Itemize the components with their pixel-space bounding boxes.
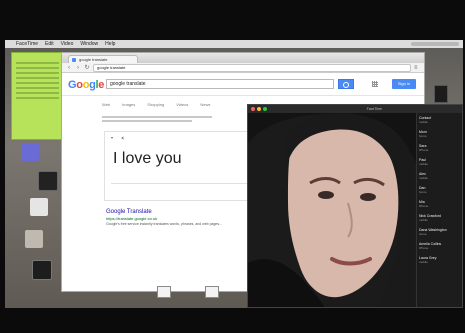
desktop-file-icon[interactable] xyxy=(157,286,171,298)
contact-detail: home xyxy=(419,190,427,194)
search-input[interactable]: google translate xyxy=(106,79,334,89)
sticky-text-line xyxy=(16,67,59,69)
sticky-text-line xyxy=(16,62,59,64)
tab-images[interactable]: Images xyxy=(122,102,135,108)
tab-videos[interactable]: Videos xyxy=(176,102,188,108)
back-icon[interactable]: ‹ xyxy=(66,65,72,71)
browser-toolbar: ‹ › ↻ google translate ≡ xyxy=(62,63,424,73)
desktop-icon[interactable] xyxy=(21,143,39,161)
list-item[interactable]: Dan home xyxy=(419,186,462,194)
contact-detail: mobile xyxy=(419,260,428,264)
list-item[interactable]: Sara iPhone xyxy=(419,144,462,152)
facetime-window: FaceTime Contact mobile Mom home Sara iP… xyxy=(247,104,463,308)
contact-detail: mobile xyxy=(419,120,428,124)
google-logo[interactable]: Google xyxy=(68,79,104,91)
tab-title: google translate xyxy=(79,57,108,62)
menubar-item-edit[interactable]: Edit xyxy=(45,41,54,47)
source-language-dropdown[interactable]: ▾ xyxy=(111,135,113,140)
video-feed-image xyxy=(248,113,416,307)
contacts-list: Contact mobile Mom home Sara iPhone Paul… xyxy=(416,113,462,307)
apps-grid-icon[interactable] xyxy=(372,81,378,87)
result-stats-line xyxy=(102,116,212,118)
search-button[interactable] xyxy=(338,79,354,89)
menubar-item-help[interactable]: Help xyxy=(105,41,115,47)
desktop-icon[interactable] xyxy=(38,171,58,191)
contact-detail: home xyxy=(419,134,427,138)
tab-shopping[interactable]: Shopping xyxy=(147,102,164,108)
list-item[interactable]: Mia iPhone xyxy=(419,200,462,208)
desktop-icon[interactable] xyxy=(434,85,448,103)
list-item[interactable]: Nick Crawford mobile xyxy=(419,214,462,222)
contact-detail: mobile xyxy=(419,162,428,166)
sticky-text-line xyxy=(16,92,59,94)
video-feed xyxy=(248,113,416,307)
sticky-text-line xyxy=(16,72,59,74)
desktop-icon[interactable] xyxy=(32,260,52,280)
reload-icon[interactable]: ↻ xyxy=(84,65,90,71)
close-icon[interactable] xyxy=(251,107,255,111)
menubar-item-video[interactable]: Video xyxy=(61,41,74,47)
list-item[interactable]: Mom home xyxy=(419,130,462,138)
list-item[interactable]: Dana Washington home xyxy=(419,228,462,236)
video-frame: FaceTime Edit Video Window Help google t… xyxy=(0,0,465,333)
tab-news[interactable]: News xyxy=(200,102,210,108)
list-item[interactable]: Laura Grey mobile xyxy=(419,256,462,264)
browser-tab[interactable]: google translate xyxy=(68,55,138,63)
menubar: FaceTime Edit Video Window Help xyxy=(5,40,463,48)
list-item[interactable]: Paul mobile xyxy=(419,158,462,166)
sticky-text-line xyxy=(16,97,59,99)
browser-tabbar: google translate xyxy=(62,53,424,63)
signin-button[interactable]: Sign in xyxy=(392,79,416,89)
list-item[interactable]: Contact mobile xyxy=(419,116,462,124)
forward-icon[interactable]: › xyxy=(75,65,81,71)
sticky-text-line xyxy=(16,82,59,84)
minimize-icon[interactable] xyxy=(257,107,261,111)
desktop-screen: FaceTime Edit Video Window Help google t… xyxy=(5,40,463,308)
sticky-note[interactable] xyxy=(11,52,64,140)
favicon-icon xyxy=(72,57,76,62)
contact-detail: iPhone xyxy=(419,204,429,208)
desktop-icon[interactable] xyxy=(30,198,48,216)
google-header: Google google translate Sign in xyxy=(62,73,424,96)
tab-web[interactable]: Web xyxy=(102,102,110,108)
desktop-icon[interactable] xyxy=(25,230,43,248)
facetime-titlebar: FaceTime xyxy=(248,105,462,113)
result-stats-line xyxy=(102,120,192,122)
speaker-icon[interactable]: ◂) xyxy=(121,135,124,140)
search-icon xyxy=(343,82,349,88)
menubar-app-name[interactable]: FaceTime xyxy=(16,41,38,47)
address-bar[interactable]: google translate xyxy=(93,63,411,72)
contact-detail: iPhone xyxy=(419,246,429,250)
list-item[interactable]: Alex mobile xyxy=(419,172,462,180)
contact-detail: iPhone xyxy=(419,148,429,152)
zoom-icon[interactable] xyxy=(263,107,267,111)
menubar-status-icons xyxy=(411,42,459,46)
contact-detail: mobile xyxy=(419,218,428,222)
menubar-item-window[interactable]: Window xyxy=(80,41,98,47)
contact-detail: home xyxy=(419,232,427,236)
desktop-file-icon[interactable] xyxy=(205,286,219,298)
contact-detail: mobile xyxy=(419,176,428,180)
facetime-title: FaceTime xyxy=(366,107,382,111)
sticky-text-line xyxy=(16,87,59,89)
menu-icon[interactable]: ≡ xyxy=(414,65,420,71)
list-item[interactable]: Amelia Collins iPhone xyxy=(419,242,462,250)
sticky-text-line xyxy=(16,77,59,79)
